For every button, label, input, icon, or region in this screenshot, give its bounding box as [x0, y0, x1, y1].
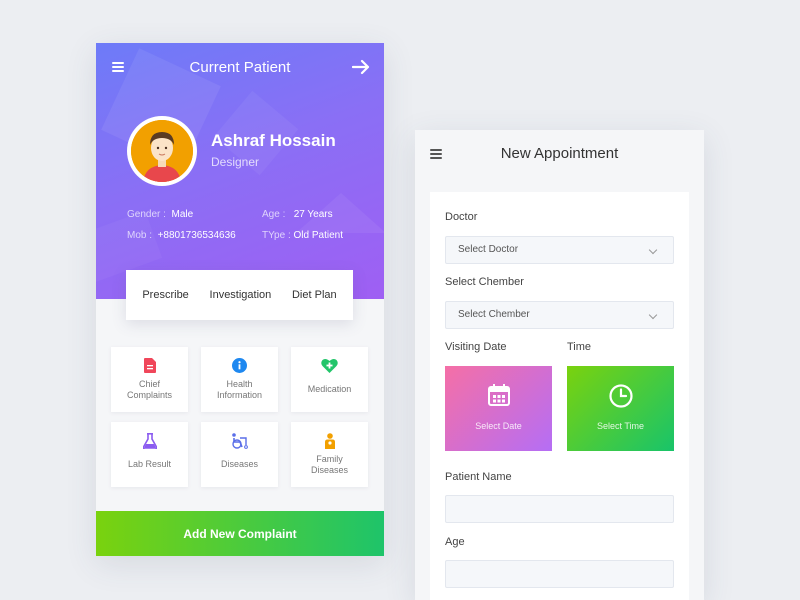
age-input[interactable]	[445, 560, 674, 588]
tile-label: Chief	[138, 379, 160, 389]
select-time-label: Select Time	[596, 421, 645, 431]
tile-label: Family	[316, 454, 343, 464]
clock-icon	[608, 384, 633, 408]
tile-label: Medication	[307, 384, 352, 394]
gender-info: Gender : Male	[127, 209, 193, 220]
page-title: New Appointment	[500, 145, 619, 162]
chevron-down-icon	[648, 245, 658, 255]
info-icon	[232, 358, 247, 373]
avatar	[127, 116, 197, 186]
flask-icon	[142, 433, 157, 449]
age-value: 27 Years	[293, 209, 333, 220]
arrow-right-icon[interactable]	[352, 59, 370, 75]
appointment-form: Doctor Select Doctor Select Chember Sele…	[430, 192, 689, 600]
family-icon	[324, 433, 335, 449]
age-info: Age : 27 Years	[262, 209, 333, 220]
age-label: Age	[445, 536, 465, 548]
select-date-button[interactable]: Select Date	[445, 366, 552, 451]
action-tabs: Prescribe Investigation Diet Plan	[126, 270, 353, 320]
chember-select-value: Select Chember	[458, 309, 530, 320]
mobile-value: +8801736534636	[157, 230, 236, 241]
mobile-info: Mob : +8801736534636	[127, 230, 236, 241]
type-info: TYpe : Old Patient	[262, 230, 343, 241]
tile-label: Diseases	[310, 465, 348, 475]
tile-health-information[interactable]: Health Information	[201, 347, 278, 412]
wheelchair-icon	[232, 433, 248, 449]
doctor-label: Doctor	[445, 211, 478, 223]
tab-diet-plan[interactable]: Diet Plan	[292, 289, 337, 301]
page-title: Current Patient	[189, 59, 291, 76]
time-label: Time	[567, 341, 592, 353]
new-appointment-screen: New Appointment Doctor Select Doctor Sel…	[415, 130, 704, 600]
tile-lab-result[interactable]: Lab Result	[111, 422, 188, 487]
chember-label: Select Chember	[445, 276, 524, 288]
age-label: Age :	[262, 209, 286, 220]
gender-label: Gender :	[127, 209, 166, 220]
tile-label: Health	[226, 379, 253, 389]
calendar-icon	[487, 384, 510, 406]
document-icon	[143, 358, 156, 373]
visiting-date-label: Visiting Date	[445, 341, 507, 353]
type-value: Old Patient	[293, 230, 343, 241]
patient-role: Designer	[211, 155, 260, 169]
patient-name-label: Patient Name	[445, 471, 512, 483]
tile-label: Information	[216, 390, 263, 400]
add-new-complaint-button[interactable]: Add New Complaint	[96, 511, 384, 556]
doctor-select[interactable]: Select Doctor	[445, 236, 674, 264]
tab-investigation[interactable]: Investigation	[210, 289, 272, 301]
heart-plus-icon	[321, 358, 338, 373]
select-time-button[interactable]: Select Time	[567, 366, 674, 451]
patient-name: Ashraf Hossain	[211, 131, 336, 150]
chember-select[interactable]: Select Chember	[445, 301, 674, 329]
select-date-label: Select Date	[475, 421, 522, 431]
current-patient-screen: Current Patient Ashraf Hossain Designer …	[96, 43, 384, 556]
tile-label: Complaints	[126, 390, 173, 400]
tile-family-diseases[interactable]: Family Diseases	[291, 422, 368, 487]
tile-diseases[interactable]: Diseases	[201, 422, 278, 487]
tile-chief-complaints[interactable]: Chief Complaints	[111, 347, 188, 412]
gender-value: Male	[171, 209, 194, 220]
top-bar: Current Patient	[96, 43, 384, 93]
chevron-down-icon	[648, 310, 658, 320]
tile-label: Diseases	[220, 459, 258, 469]
mobile-label: Mob :	[127, 230, 153, 241]
doctor-select-value: Select Doctor	[458, 244, 519, 255]
patient-name-input[interactable]	[445, 495, 674, 523]
person-avatar-icon	[131, 120, 193, 182]
tile-medication[interactable]: Medication	[291, 347, 368, 412]
type-label: TYpe :	[262, 230, 291, 241]
tile-label: Lab Result	[127, 459, 172, 469]
tab-prescribe[interactable]: Prescribe	[142, 289, 188, 301]
